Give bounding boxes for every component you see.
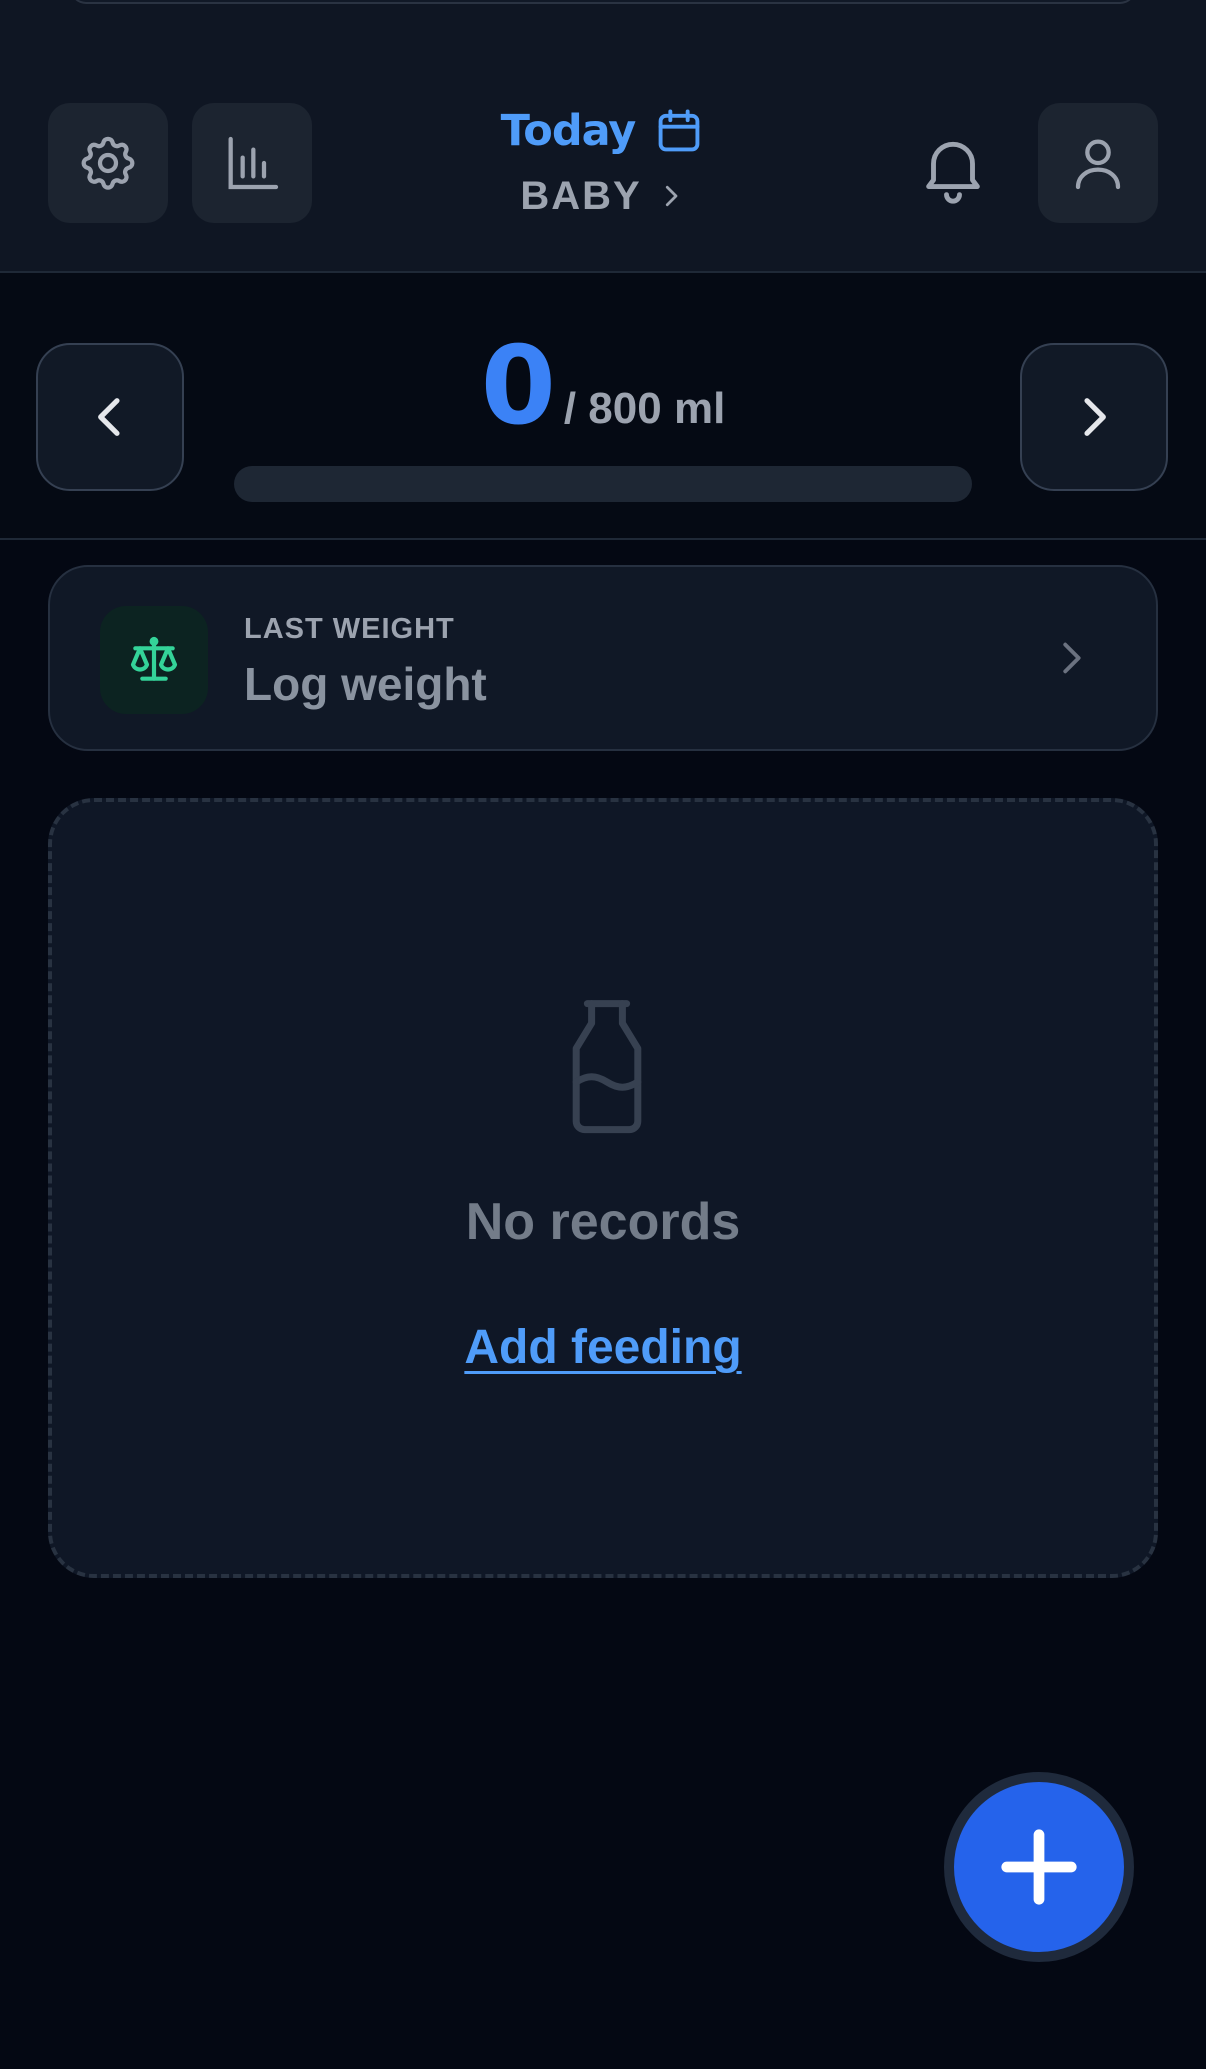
plus-icon bbox=[1001, 1829, 1077, 1905]
baby-selector[interactable]: BABY bbox=[403, 168, 803, 224]
empty-state: No records Add feeding bbox=[48, 798, 1158, 1578]
log-weight-card[interactable]: LAST WEIGHT Log weight bbox=[48, 565, 1158, 751]
calendar-icon bbox=[658, 109, 700, 152]
empty-state-title: No records bbox=[465, 1193, 741, 1251]
bar-chart-icon bbox=[228, 136, 279, 190]
next-day-button[interactable] bbox=[1020, 343, 1168, 491]
top-sheet-edge bbox=[70, 0, 1136, 4]
add-record-button[interactable] bbox=[944, 1772, 1134, 1962]
intake-value: 0 bbox=[480, 324, 556, 449]
bottle-icon bbox=[572, 1000, 642, 1134]
add-feeding-link[interactable]: Add feeding bbox=[52, 1320, 1154, 1375]
chevron-right-icon bbox=[1063, 642, 1081, 674]
date-selector[interactable]: Today BABY bbox=[403, 100, 803, 224]
profile-button[interactable] bbox=[1038, 103, 1158, 223]
weight-action-label: Log weight bbox=[244, 658, 487, 710]
intake-target: / 800 ml bbox=[563, 384, 726, 433]
stats-button[interactable] bbox=[192, 103, 312, 223]
notifications-button[interactable] bbox=[908, 122, 998, 212]
chevron-right-icon bbox=[665, 185, 678, 207]
scale-icon bbox=[130, 636, 178, 681]
user-icon bbox=[1075, 139, 1121, 190]
gear-icon bbox=[81, 136, 135, 190]
baby-name: BABY bbox=[520, 173, 642, 218]
chevron-right-icon bbox=[1084, 398, 1106, 436]
intake-total: 0 / 800 ml bbox=[303, 333, 903, 441]
top-header: Today BABY bbox=[0, 0, 1206, 273]
daily-summary: 0 / 800 ml bbox=[0, 273, 1206, 540]
chevron-left-icon bbox=[98, 398, 120, 436]
previous-day-button[interactable] bbox=[36, 343, 184, 491]
weight-icon-box bbox=[100, 606, 208, 714]
intake-progress-bar bbox=[234, 466, 972, 502]
bell-icon bbox=[926, 141, 980, 204]
settings-button[interactable] bbox=[48, 103, 168, 223]
weight-caption: LAST WEIGHT bbox=[244, 613, 455, 645]
page-title: Today bbox=[500, 106, 637, 156]
